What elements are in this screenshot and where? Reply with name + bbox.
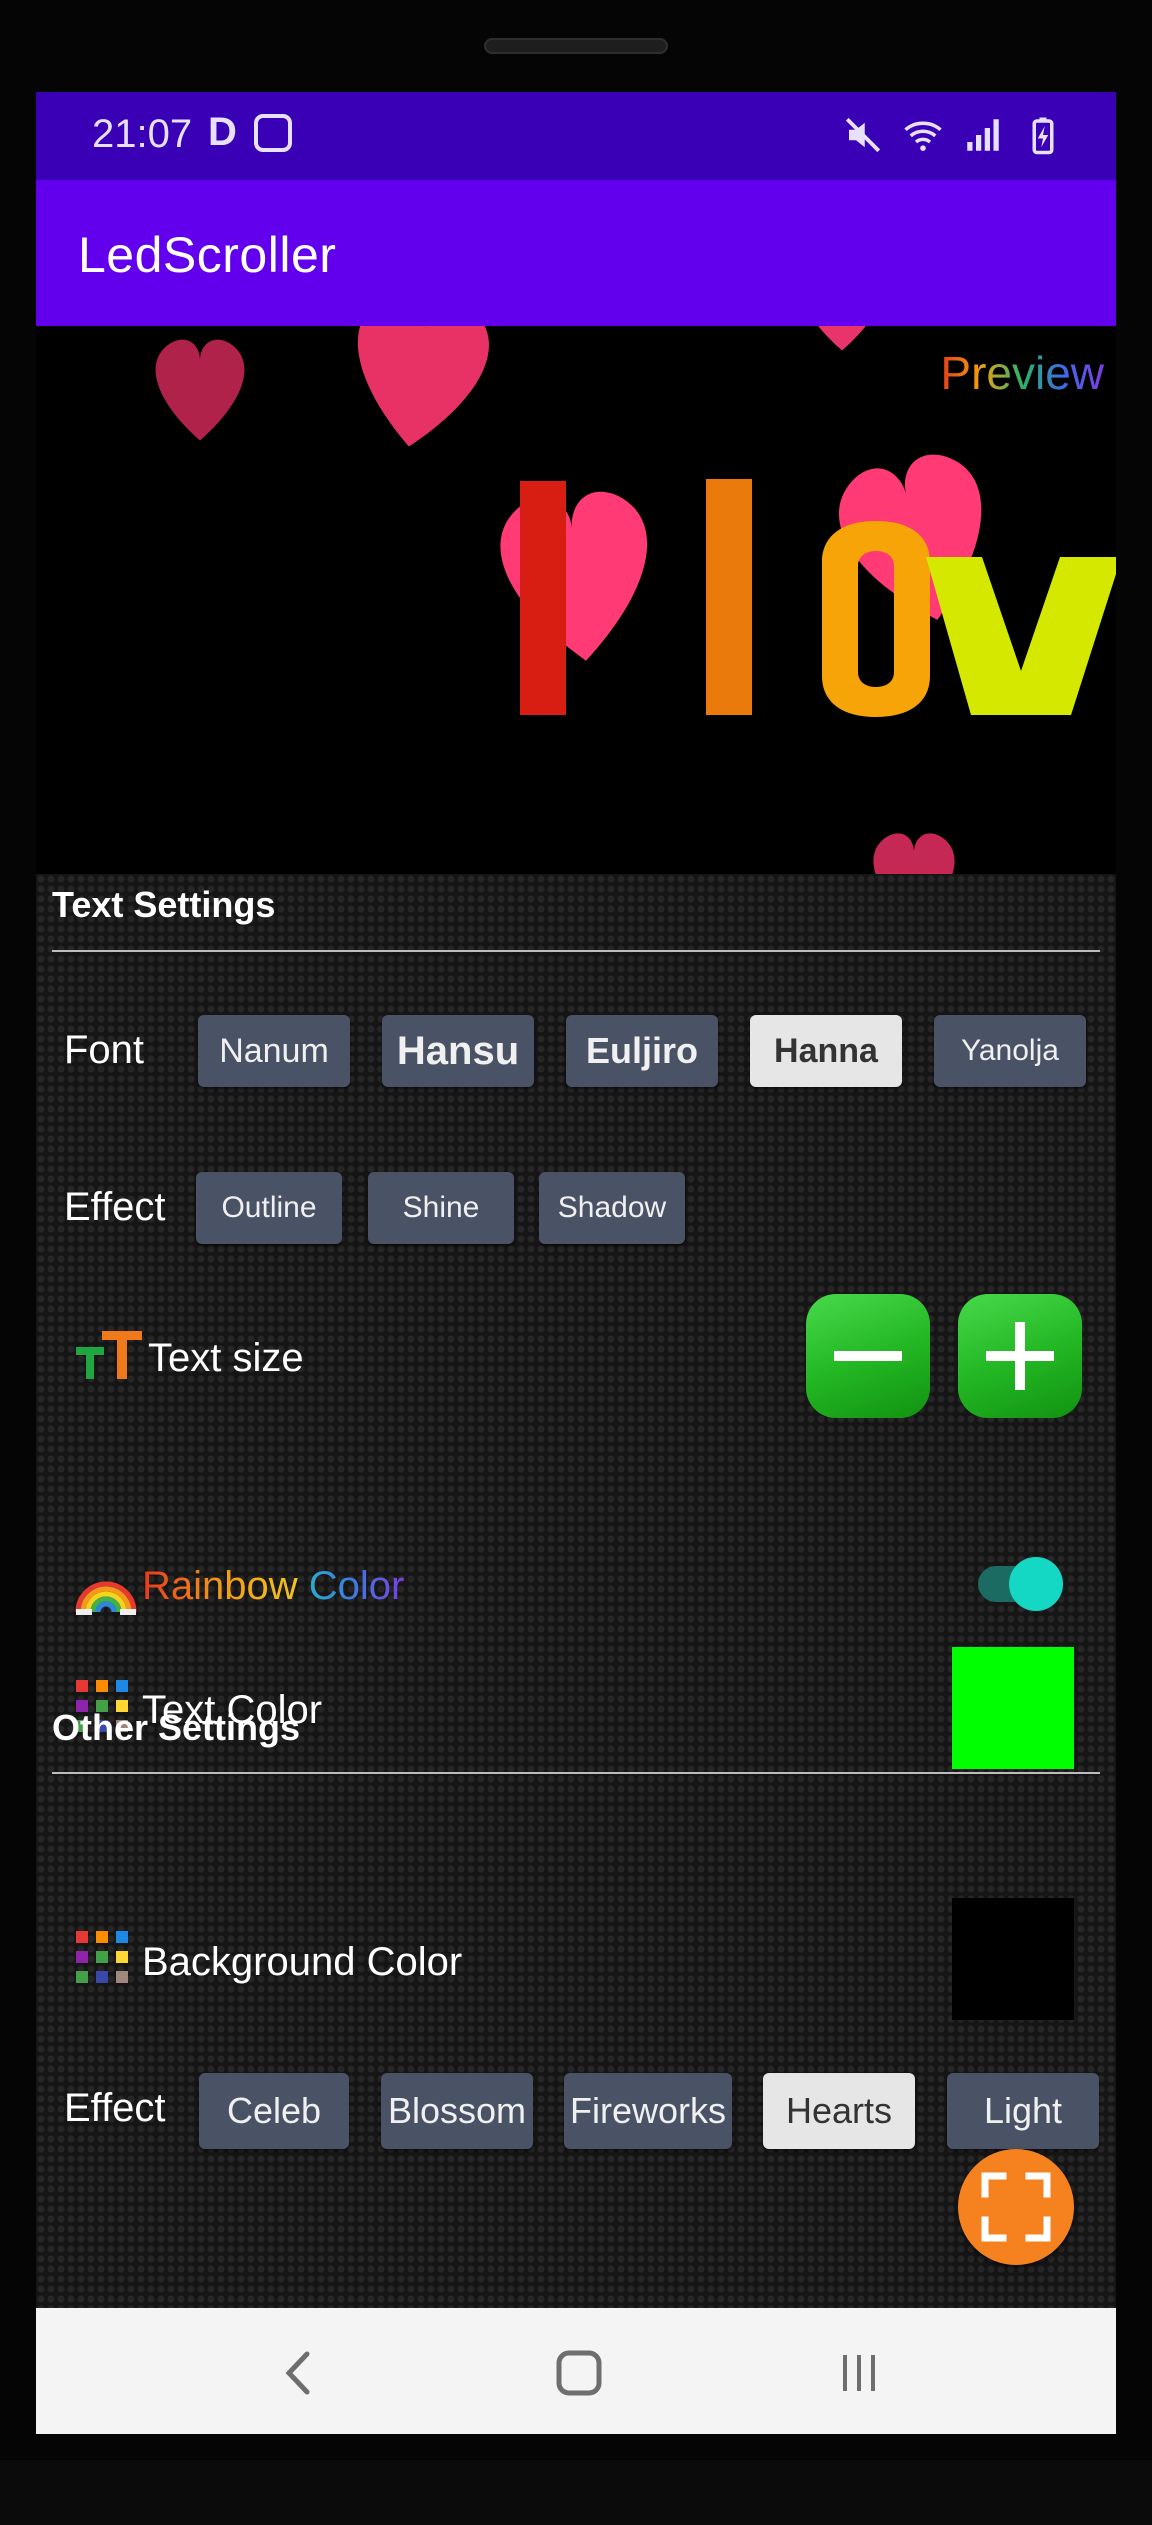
bg-effect-option-fireworks[interactable]: Fireworks <box>564 2073 732 2149</box>
home-icon <box>556 2350 602 2396</box>
heart-shape <box>873 833 955 874</box>
font-label: Font <box>64 1028 145 1072</box>
back-icon <box>285 2351 310 2395</box>
heart-shape <box>797 326 887 351</box>
nav-home-button[interactable] <box>544 2338 614 2408</box>
font-option-hansu[interactable]: Hansu <box>382 1015 534 1087</box>
app-notification-icon <box>254 114 292 152</box>
text-settings-title: Text Settings <box>52 884 276 925</box>
settings-panel: Text Settings Font Nanum Hansu Euljiro H… <box>36 874 1116 2308</box>
plus-icon <box>986 1322 1054 1390</box>
text-size-increase-button[interactable] <box>958 1294 1082 1418</box>
preview-label-text: Preview <box>940 347 1104 399</box>
bg-effect-option-celeb[interactable]: Celeb <box>199 2073 349 2149</box>
battery-charging-icon <box>1032 117 1054 155</box>
device-frame: 21:07 D LedScroller Preview Text Setting… <box>0 0 1152 2525</box>
nav-recents-button[interactable] <box>824 2338 894 2408</box>
speaker-grille <box>484 38 668 54</box>
status-bar: 21:07 D <box>36 92 1116 180</box>
text-effect-label: Effect <box>64 1185 166 1229</box>
status-icons <box>842 114 1064 156</box>
bg-effect-option-light[interactable]: Light <box>947 2073 1099 2149</box>
background-color-swatch[interactable] <box>952 1898 1074 2020</box>
font-option-yanolja[interactable]: Yanolja <box>934 1015 1086 1087</box>
font-option-nanum[interactable]: Nanum <box>198 1015 350 1087</box>
palette-grid-icon <box>76 1931 128 1983</box>
background-color-label: Background Color <box>142 1940 463 1984</box>
mute-icon <box>845 117 881 153</box>
font-option-euljiro[interactable]: Euljiro <box>566 1015 718 1087</box>
rainbow-color-toggle-thumb[interactable] <box>1009 1557 1063 1611</box>
bottom-bezel <box>0 2460 1152 2525</box>
fullscreen-icon <box>981 2172 1051 2242</box>
heart-shape <box>155 339 245 441</box>
rainbow-icon <box>75 1581 137 1615</box>
text-color-swatch[interactable] <box>952 1647 1074 1769</box>
effect-option-shine[interactable]: Shine <box>368 1172 514 1244</box>
scroll-glyph-v <box>926 557 1116 715</box>
font-option-hanna[interactable]: Hanna <box>750 1015 902 1087</box>
scroll-glyph-l <box>706 479 752 715</box>
status-time: 21:07 <box>92 112 193 156</box>
preview-canvas <box>155 326 1116 874</box>
wifi-icon <box>904 121 942 151</box>
text-settings-divider <box>52 950 1100 952</box>
background-effect-label: Effect <box>64 2086 166 2130</box>
preview-label: Preview <box>940 346 1104 400</box>
led-preview[interactable]: Preview <box>36 326 1116 874</box>
bg-effect-option-hearts[interactable]: Hearts <box>763 2073 915 2149</box>
rainbow-label-part2: Color <box>297 1564 405 1608</box>
scroll-glyph-i <box>520 481 566 715</box>
text-size-label: Text size <box>148 1336 304 1380</box>
other-settings-divider <box>52 1772 1100 1774</box>
status-indicator: D <box>208 110 237 154</box>
navigation-bar <box>36 2308 1116 2434</box>
minus-icon <box>834 1351 902 1361</box>
signal-icon <box>967 119 999 151</box>
screen: 21:07 D LedScroller Preview Text Setting… <box>36 92 1116 2434</box>
app-bar: LedScroller <box>36 180 1116 326</box>
text-size-decrease-button[interactable] <box>806 1294 930 1418</box>
heart-shape <box>343 326 495 456</box>
other-settings-title: Other Settings <box>52 1707 301 1748</box>
rainbow-label-part1: Rainbow <box>142 1564 298 1608</box>
app-title: LedScroller <box>78 227 337 283</box>
nav-back-button[interactable] <box>264 2338 334 2408</box>
text-size-icon <box>76 1331 142 1379</box>
effect-option-outline[interactable]: Outline <box>196 1172 342 1244</box>
effect-option-shadow[interactable]: Shadow <box>539 1172 685 1244</box>
fullscreen-button[interactable] <box>958 2149 1074 2265</box>
scroll-glyph-o <box>822 521 930 717</box>
recents-icon <box>843 2355 875 2391</box>
rainbow-color-label: Rainbow Color <box>142 1564 404 1609</box>
bg-effect-option-blossom[interactable]: Blossom <box>381 2073 533 2149</box>
